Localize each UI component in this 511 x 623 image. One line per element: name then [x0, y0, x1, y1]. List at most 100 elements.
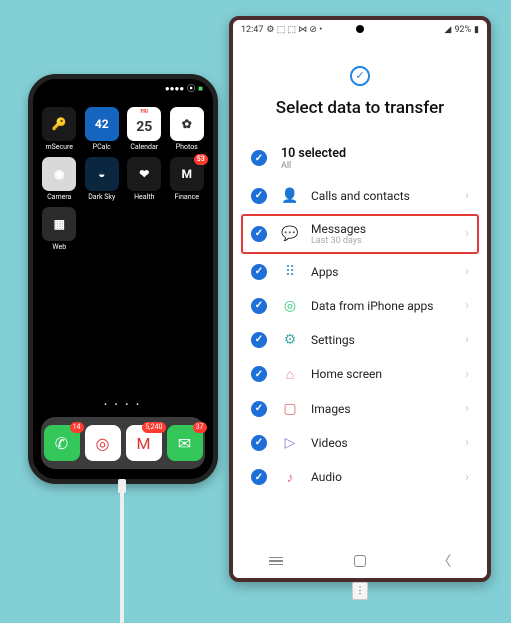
item-label: Settings [311, 333, 465, 347]
app-calendar[interactable]: FRI25 Calendar [126, 107, 163, 151]
nav-home-button[interactable] [354, 555, 366, 567]
transfer-item-images[interactable]: ▢ Images› [233, 392, 487, 426]
chevron-right-icon: › [465, 332, 469, 347]
dock-messages[interactable]: ✉37 [167, 425, 203, 461]
app-label: Finance [175, 193, 200, 201]
app-label: mSecure [45, 143, 73, 151]
app-label: Dark Sky [88, 193, 115, 201]
transfer-item-data[interactable]: ◎ Data from iPhone apps› [233, 289, 487, 323]
app-icon: ◉ [42, 157, 76, 191]
item-checkbox[interactable] [251, 435, 267, 451]
item-checkbox[interactable] [251, 264, 267, 280]
header-check-icon: ✓ [350, 66, 370, 86]
item-label: Apps [311, 265, 465, 279]
iphone-device: ●●●● ⦿ ■ 🔑mSecure42 PCalc FRI25 Calendar ✿Ph… [28, 74, 218, 484]
item-checkbox[interactable] [251, 469, 267, 485]
transfer-item-calls[interactable]: 👤Calls and contacts› [233, 179, 487, 213]
status-left-icons: ⚙ ⬚ ⬚ ⋈ ⊘ • [266, 25, 322, 35]
dock-gmail[interactable]: M5,240 [126, 425, 162, 461]
item-checkbox[interactable] [251, 401, 267, 417]
item-checkbox[interactable] [251, 332, 267, 348]
item-label: Calls and contacts [311, 189, 465, 203]
chevron-right-icon: › [465, 367, 469, 382]
check-glyph: ✓ [355, 69, 364, 82]
battery-percent: 92% [454, 25, 471, 35]
item-sublabel: Last 30 days [311, 236, 465, 246]
item-checkbox[interactable] [251, 188, 267, 204]
samsung-cable: ⋮ [352, 582, 368, 600]
app-dark-sky[interactable]: ◒ Dark Sky [84, 157, 121, 201]
select-all-sub: All [281, 161, 346, 171]
dock-phone[interactable]: ✆14 [44, 425, 80, 461]
messages-icon: 💬 [281, 226, 299, 242]
app-camera[interactable]: ◉ Camera [41, 157, 78, 201]
status-time: 12:47 [241, 25, 263, 35]
app-icon: FRI25 [127, 107, 161, 141]
app-icon: 42 [85, 107, 119, 141]
apps-icon: ⠿ [281, 264, 299, 280]
battery-icon: ■ [198, 84, 203, 93]
app-icon: ❤ [127, 157, 161, 191]
chevron-right-icon: › [465, 298, 469, 313]
item-label: Images [311, 402, 465, 416]
item-checkbox[interactable] [251, 298, 267, 314]
item-label: Videos [311, 436, 465, 450]
settings-icon: ⚙ [281, 332, 299, 348]
nav-recent-button[interactable] [269, 557, 283, 566]
signal-icon: ●●●● [165, 84, 184, 93]
select-all-checkbox[interactable] [251, 150, 267, 166]
app-msecure[interactable]: 🔑mSecure [41, 107, 78, 151]
badge: 37 [193, 422, 207, 433]
transfer-item-apps[interactable]: ⠿ Apps› [233, 255, 487, 289]
samsung-device: 12:47 ⚙ ⬚ ⬚ ⋈ ⊘ • ◢ 92% ▮ ✓ Select data … [229, 16, 491, 582]
chevron-right-icon: › [465, 188, 469, 203]
chevron-right-icon: › [465, 435, 469, 450]
item-checkbox[interactable] [251, 226, 267, 242]
dock: ✆14◎M5,240✉37 [41, 417, 205, 469]
iphone-cable [118, 479, 126, 493]
camera-hole [356, 25, 364, 33]
app-icon: ◒ [85, 157, 119, 191]
iphone-status-bar: ●●●● ⦿ ■ [165, 83, 203, 94]
app-label: Web [52, 243, 66, 251]
wifi-icon: ⦿ [187, 83, 195, 94]
app-label: Health [134, 193, 154, 201]
app-icon: M53 [170, 157, 204, 191]
app-label: Calendar [130, 143, 158, 151]
app-web[interactable]: ▦Web [41, 207, 78, 251]
data-icon: ◎ [281, 298, 299, 314]
app-pcalc[interactable]: 42 PCalc [84, 107, 121, 151]
transfer-list: 👤Calls and contacts›💬MessagesLast 30 day… [233, 177, 487, 495]
app-label: Camera [47, 193, 71, 201]
transfer-header: ✓ Select data to transfer [233, 40, 487, 128]
app-label: PCalc [93, 143, 111, 151]
transfer-item-home[interactable]: ⌂Home screen› [233, 357, 487, 392]
item-label: Audio [311, 470, 465, 484]
page-indicator: • • • • [33, 400, 213, 409]
item-label: Data from iPhone apps [311, 299, 465, 313]
chevron-right-icon: › [465, 264, 469, 279]
chevron-right-icon: › [465, 470, 469, 485]
transfer-item-videos[interactable]: ▷ Videos› [233, 426, 487, 460]
signal-icon: ◢ [444, 25, 451, 35]
transfer-item-audio[interactable]: ♪ Audio› [233, 460, 487, 495]
android-nav-bar: 〈 [233, 544, 487, 578]
nav-back-button[interactable]: 〈 [437, 551, 451, 571]
app-photos[interactable]: ✿Photos [169, 107, 206, 151]
app-icon: ✿ [170, 107, 204, 141]
app-health[interactable]: ❤ Health [126, 157, 163, 201]
dock-chrome[interactable]: ◎ [85, 425, 121, 461]
images-icon: ▢ [281, 401, 299, 417]
chevron-right-icon: › [465, 401, 469, 416]
app-finance[interactable]: M53 Finance [169, 157, 206, 201]
transfer-item-settings[interactable]: ⚙ Settings› [233, 323, 487, 357]
item-checkbox[interactable] [251, 366, 267, 382]
badge: 14 [70, 422, 84, 433]
app-grid: 🔑mSecure42 PCalc FRI25 Calendar ✿Photos ◉ Came… [41, 107, 205, 251]
chevron-right-icon: › [465, 226, 469, 241]
select-all-row[interactable]: 10 selected All [233, 128, 487, 177]
videos-icon: ▷ [281, 435, 299, 451]
item-label: Home screen [311, 367, 465, 381]
audio-icon: ♪ [281, 469, 299, 486]
transfer-item-messages[interactable]: 💬MessagesLast 30 days› [241, 214, 479, 254]
